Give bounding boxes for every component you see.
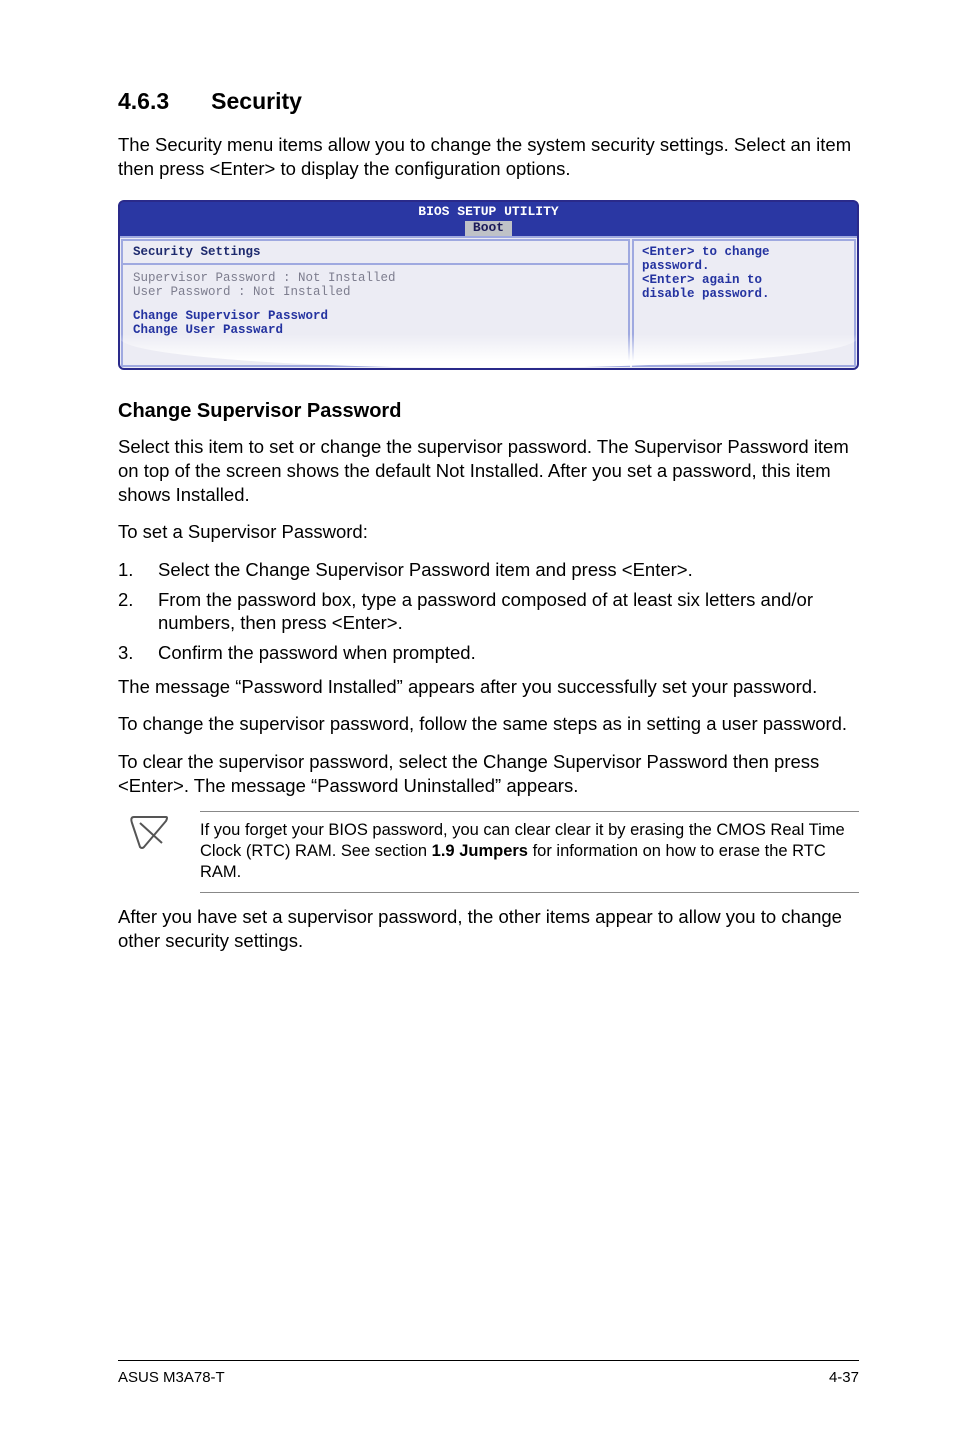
step-number: 2. [118,588,158,635]
step-item: 2.From the password box, type a password… [118,588,859,635]
footer-right: 4-37 [829,1369,859,1386]
bios-user-label: User Password [133,285,231,299]
section-title: Security [211,88,302,114]
bios-header-title: BIOS SETUP UTILITY [120,205,857,220]
bios-screenshot: BIOS SETUP UTILITY Boot Security Setting… [118,200,859,370]
bios-user-row: User Password : Not Installed [133,285,618,299]
note-text: If you forget your BIOS password, you ca… [200,811,859,893]
step-number: 3. [118,641,158,665]
bios-supervisor-label: Supervisor Password [133,271,276,285]
step-item: 3.Confirm the password when prompted. [118,641,859,665]
pencil-note-icon [128,813,172,853]
paragraph: After you have set a supervisor password… [118,905,859,952]
paragraph: Select this item to set or change the su… [118,435,859,506]
note-block: If you forget your BIOS password, you ca… [118,811,859,893]
intro-paragraph: The Security menu items allow you to cha… [118,133,859,180]
bios-sep: : [231,285,254,299]
note-text-bold: 1.9 Jumpers [432,842,528,860]
bios-right-panel: <Enter> to change password. <Enter> agai… [632,239,856,367]
section-number: 4.6.3 [118,88,169,115]
step-text: Select the Change Supervisor Password it… [158,558,693,582]
bios-change-supervisor: Change Supervisor Password [133,309,618,323]
bios-change-user: Change User Passward [133,323,618,337]
step-text: Confirm the password when prompted. [158,641,476,665]
page-footer: ASUS M3A78-T 4-37 [118,1360,859,1386]
bios-user-value: Not Installed [253,285,351,299]
subheading: Change Supervisor Password [118,400,859,423]
steps-list: 1.Select the Change Supervisor Password … [118,558,859,665]
paragraph: To clear the supervisor password, select… [118,750,859,797]
bios-supervisor-value: Not Installed [298,271,396,285]
bios-header-tab: Boot [465,221,512,236]
footer-left: ASUS M3A78-T [118,1369,225,1386]
bios-header: BIOS SETUP UTILITY Boot [120,202,857,236]
step-number: 1. [118,558,158,582]
step-item: 1.Select the Change Supervisor Password … [118,558,859,582]
bios-supervisor-row: Supervisor Password : Not Installed [133,271,618,285]
step-text: From the password box, type a password c… [158,588,859,635]
bios-help-line: <Enter> to change [642,245,846,259]
bios-help-line: <Enter> again to [642,273,846,287]
bios-left-panel: Security Settings Supervisor Password : … [121,239,630,367]
bios-security-settings-title: Security Settings [123,243,628,265]
bios-help-line: password. [642,259,846,273]
paragraph: To set a Supervisor Password: [118,520,859,544]
paragraph: The message “Password Installed” appears… [118,675,859,699]
bios-help-line: disable password. [642,287,846,301]
bios-sep: : [276,271,299,285]
paragraph: To change the supervisor password, follo… [118,712,859,736]
section-heading: 4.6.3 Security [118,88,859,115]
